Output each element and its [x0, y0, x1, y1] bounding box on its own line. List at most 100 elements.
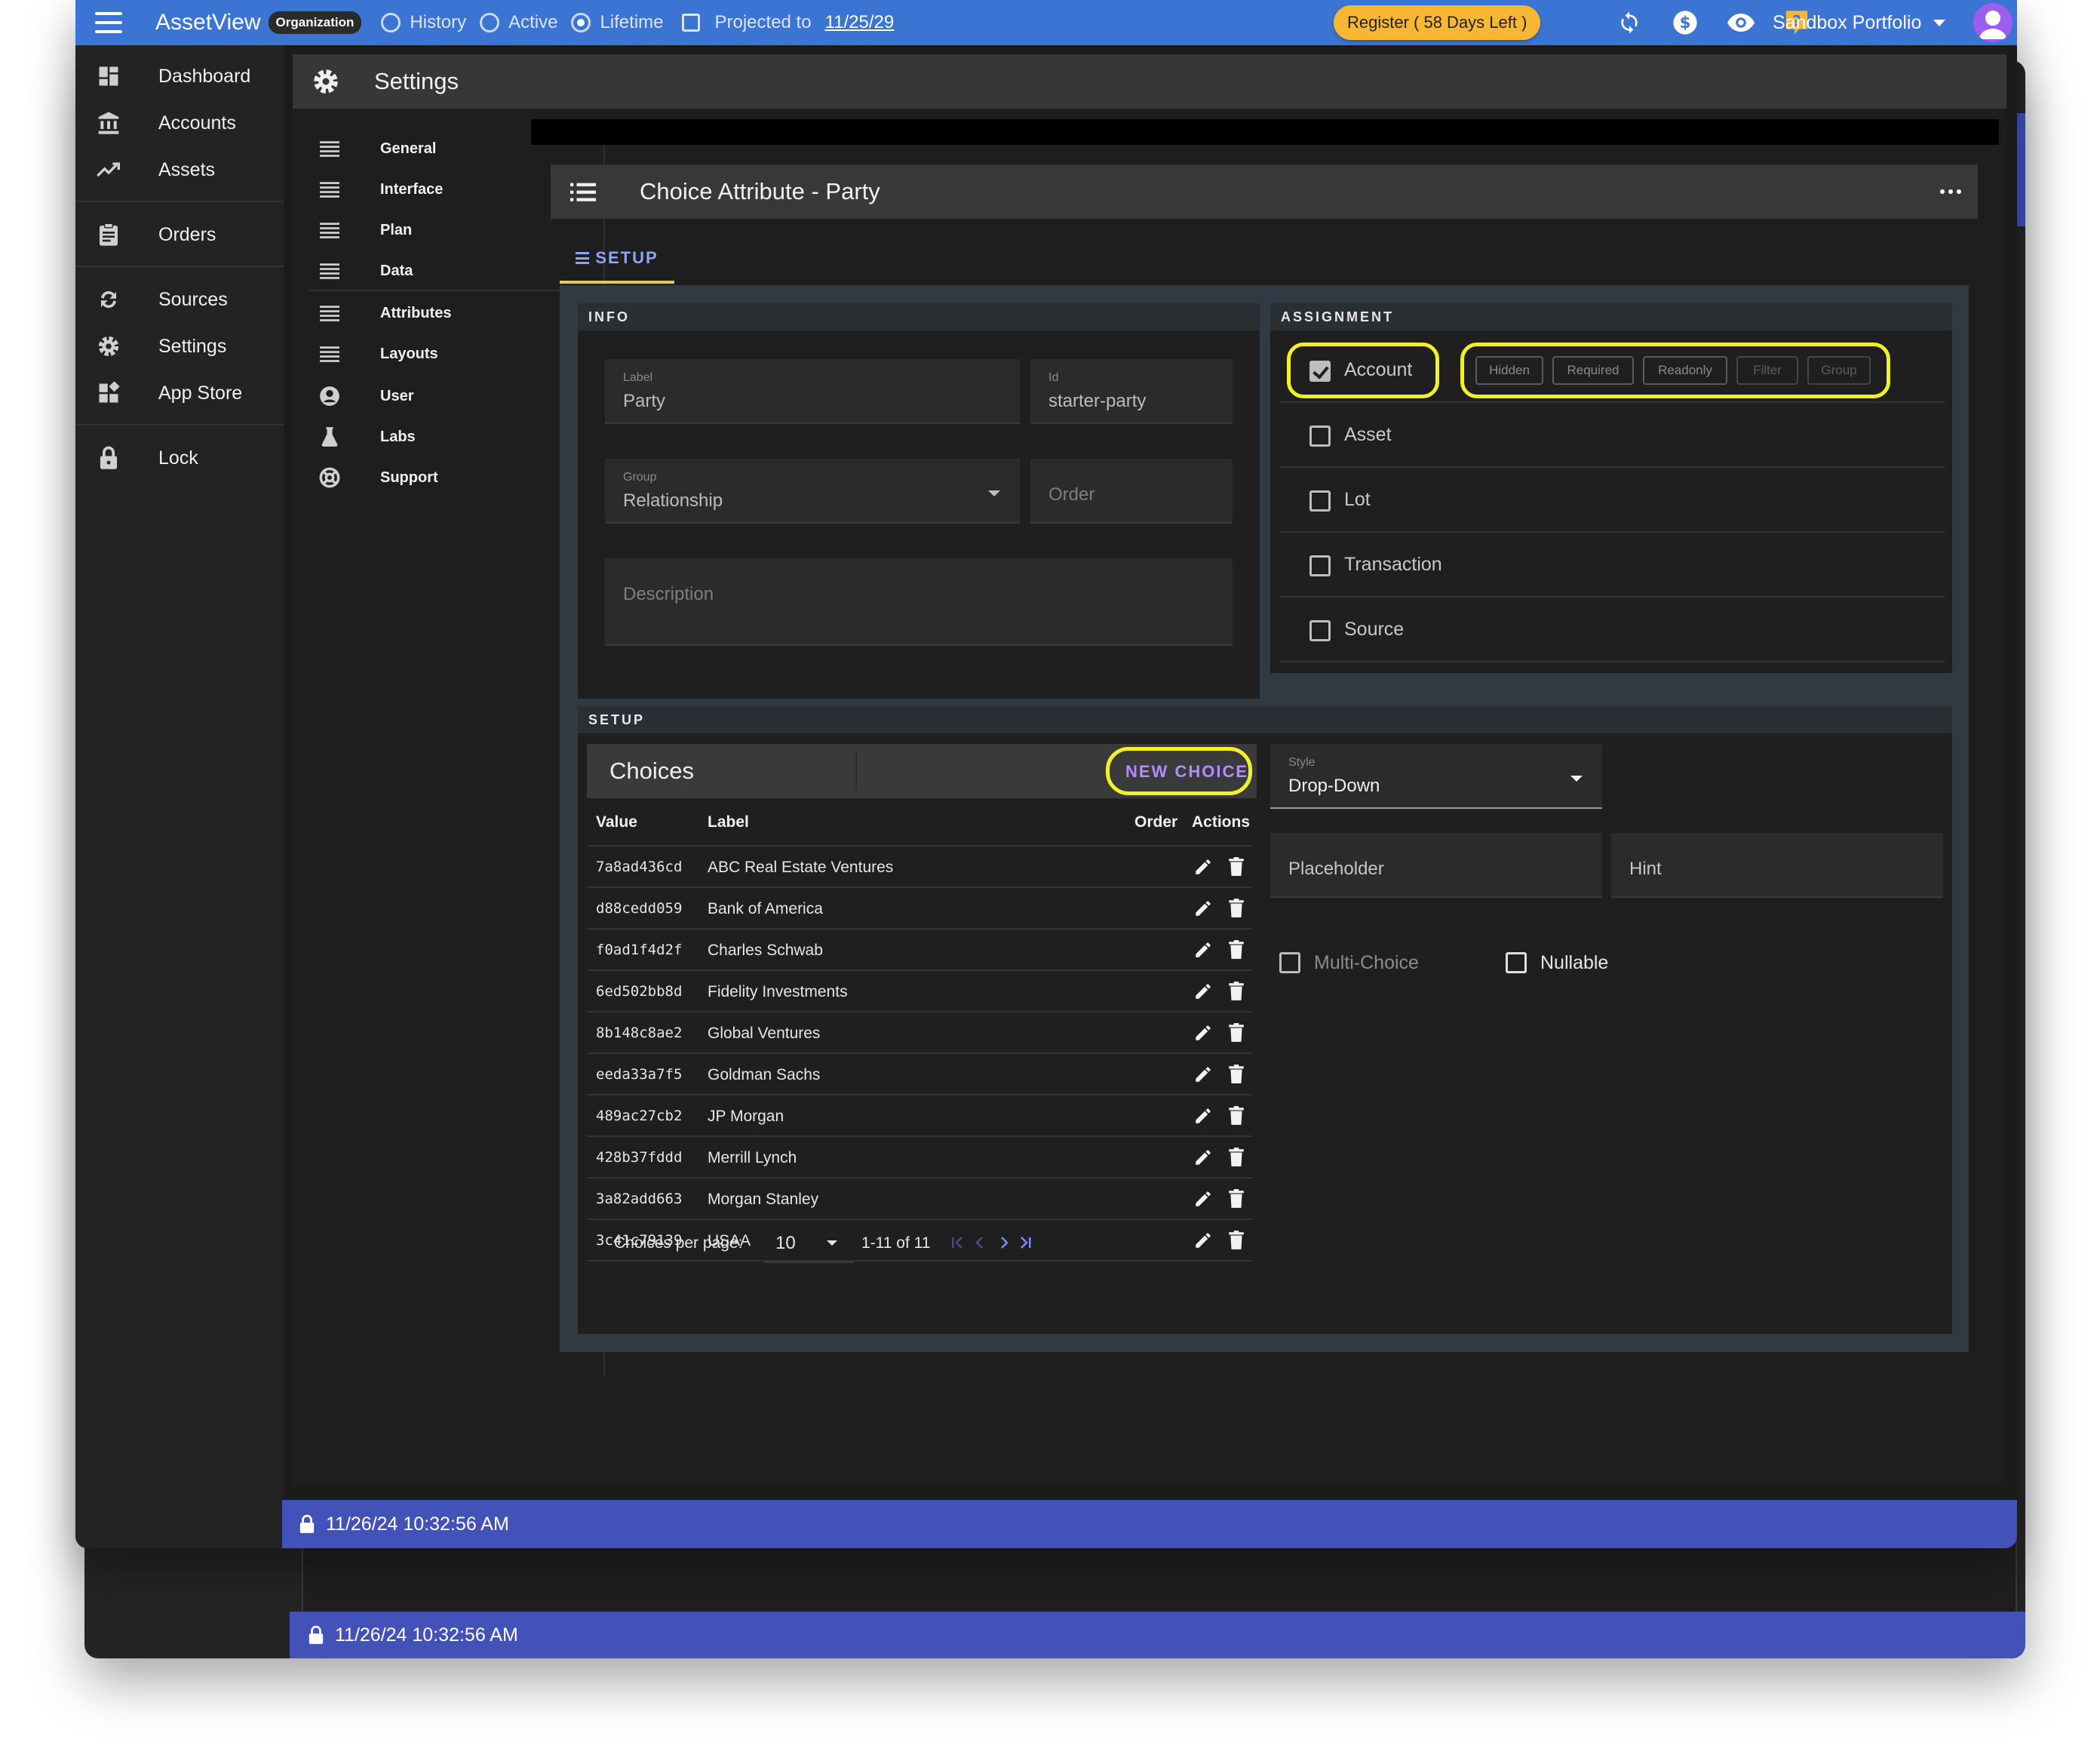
- subnav-item-user[interactable]: User: [302, 376, 597, 416]
- active-label[interactable]: Active: [508, 12, 557, 33]
- history-radio[interactable]: [381, 13, 401, 32]
- list-icon: [318, 219, 341, 241]
- subnav-label: Data: [380, 262, 413, 279]
- bank-icon: [97, 111, 121, 135]
- background-status-timestamp: 11/26/24 10:32:56 AM: [335, 1624, 518, 1646]
- tab-setup[interactable]: SETUP: [560, 235, 674, 284]
- subnav-divider: [309, 290, 596, 291]
- description-field[interactable]: Description: [605, 558, 1233, 646]
- pencil-icon[interactable]: [1193, 940, 1213, 960]
- nav-item-lock[interactable]: Lock: [75, 436, 284, 480]
- trash-icon[interactable]: [1228, 982, 1245, 1001]
- sync-icon[interactable]: [1614, 8, 1644, 38]
- projected-checkbox[interactable]: [681, 14, 700, 32]
- subnav-item-labs[interactable]: Labs: [302, 416, 597, 457]
- projected-label[interactable]: Projected to: [715, 12, 812, 33]
- trash-icon[interactable]: [1228, 1189, 1245, 1209]
- trash-icon[interactable]: [1228, 1106, 1245, 1126]
- id-caption: Id: [1048, 371, 1059, 384]
- lock-icon: [97, 446, 121, 470]
- lifetime-label[interactable]: Lifetime: [600, 12, 663, 33]
- settings-header: Settings: [293, 54, 2006, 109]
- toolbar-strip: [531, 119, 1999, 145]
- pencil-icon[interactable]: [1193, 1106, 1213, 1126]
- pencil-icon[interactable]: [1193, 1231, 1213, 1250]
- user-avatar-icon[interactable]: [1973, 3, 2012, 42]
- transaction-label[interactable]: Transaction: [1344, 554, 1442, 576]
- list-icon: [318, 302, 341, 324]
- subnav-label: Layouts: [380, 345, 438, 362]
- lot-label[interactable]: Lot: [1344, 489, 1371, 511]
- pencil-icon[interactable]: [1193, 982, 1213, 1001]
- trash-icon[interactable]: [1228, 1148, 1245, 1167]
- lock-icon[interactable]: [299, 1514, 315, 1534]
- nav-item-sources[interactable]: Sources: [75, 278, 284, 321]
- nullable-label: Nullable: [1540, 952, 1609, 973]
- column-header-actions: Actions: [1192, 813, 1251, 831]
- subnav-item-attributes[interactable]: Attributes: [302, 293, 597, 333]
- nav-label: Dashboard: [158, 65, 251, 87]
- register-label: Register ( 58 Days Left ): [1347, 13, 1527, 32]
- transaction-checkbox[interactable]: [1309, 555, 1331, 576]
- info-card: INFO Label Party Id starter-party Group …: [578, 303, 1260, 699]
- column-header-label[interactable]: Label: [708, 813, 749, 831]
- pagination-controls: [952, 1237, 1031, 1249]
- pencil-icon[interactable]: [1193, 899, 1213, 918]
- per-page-select[interactable]: 10: [763, 1221, 854, 1263]
- pencil-icon[interactable]: [1193, 1065, 1213, 1084]
- nav-item-settings[interactable]: Settings: [75, 324, 284, 368]
- order-field[interactable]: Order: [1030, 459, 1233, 524]
- eye-icon[interactable]: [1726, 8, 1756, 38]
- asset-checkbox[interactable]: [1309, 426, 1331, 447]
- nav-item-accounts[interactable]: Accounts: [75, 101, 284, 145]
- column-header-order[interactable]: Order: [1134, 813, 1177, 831]
- pencil-icon[interactable]: [1193, 1023, 1213, 1043]
- menu-icon[interactable]: [95, 12, 122, 33]
- source-checkbox[interactable]: [1309, 620, 1331, 641]
- pencil-icon[interactable]: [1193, 1148, 1213, 1167]
- register-button[interactable]: Register ( 58 Days Left ): [1334, 5, 1541, 40]
- choice-label: Merrill Lynch: [708, 1149, 797, 1166]
- lot-checkbox[interactable]: [1309, 490, 1331, 512]
- nullable-checkbox[interactable]: [1506, 952, 1527, 973]
- app-brand[interactable]: AssetView: [155, 10, 261, 35]
- organization-chip[interactable]: Organization: [268, 11, 362, 34]
- style-select[interactable]: Style Drop-Down: [1270, 744, 1602, 809]
- lifetime-radio[interactable]: [571, 13, 591, 32]
- subnav-item-layouts[interactable]: Layouts: [302, 333, 597, 374]
- nav-item-assets[interactable]: Assets: [75, 148, 284, 192]
- subnav-item-data[interactable]: Data: [302, 250, 597, 291]
- group-caption: Group: [623, 471, 657, 484]
- projected-date-link[interactable]: 11/25/29: [825, 12, 895, 33]
- portfolio-selector[interactable]: Sandbox Portfolio: [1773, 0, 1946, 45]
- nav-item-dashboard[interactable]: Dashboard: [75, 54, 284, 98]
- trash-icon[interactable]: [1228, 857, 1245, 877]
- label-field[interactable]: Label Party: [605, 359, 1020, 424]
- pencil-icon[interactable]: [1193, 857, 1213, 877]
- active-radio[interactable]: [480, 13, 500, 32]
- trash-icon[interactable]: [1228, 1065, 1245, 1084]
- trash-icon[interactable]: [1228, 940, 1245, 960]
- group-select[interactable]: Group Relationship: [605, 459, 1020, 524]
- choice-value: eeda33a7f5: [596, 1066, 683, 1083]
- nav-item-orders[interactable]: Orders: [75, 213, 284, 257]
- trash-icon[interactable]: [1228, 1231, 1245, 1250]
- more-horizontal-icon[interactable]: [1940, 181, 1961, 202]
- pagination-range: 1-11 of 11: [861, 1234, 931, 1252]
- trash-icon[interactable]: [1228, 1023, 1245, 1043]
- placeholder-field[interactable]: Placeholder: [1270, 833, 1602, 898]
- subnav-item-support[interactable]: Support: [302, 457, 597, 498]
- history-label[interactable]: History: [410, 12, 466, 33]
- multi-choice-checkbox[interactable]: [1279, 952, 1300, 973]
- dollar-icon[interactable]: $: [1670, 8, 1700, 38]
- source-label[interactable]: Source: [1344, 619, 1404, 641]
- id-field[interactable]: Id starter-party: [1030, 359, 1233, 424]
- trash-icon[interactable]: [1228, 899, 1245, 918]
- nav-item-app-store[interactable]: App Store: [75, 371, 284, 415]
- nav-divider: [75, 266, 284, 267]
- subnav-label: User: [380, 387, 414, 404]
- column-header-value[interactable]: Value: [596, 813, 637, 831]
- hint-field[interactable]: Hint: [1611, 833, 1943, 898]
- pencil-icon[interactable]: [1193, 1189, 1213, 1209]
- asset-label[interactable]: Asset: [1344, 424, 1392, 446]
